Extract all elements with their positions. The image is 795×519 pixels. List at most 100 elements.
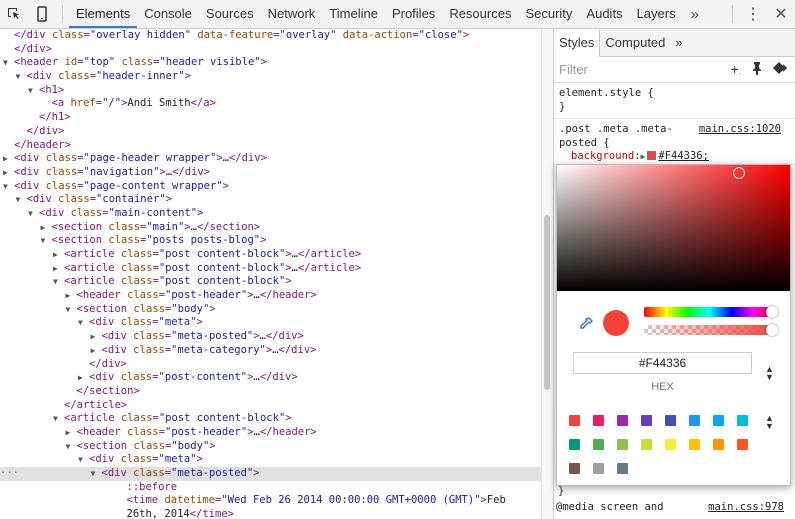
palette-color-chip[interactable] — [689, 439, 700, 450]
styles-filter-input[interactable]: Filter — [559, 62, 588, 77]
dom-node-line[interactable]: </h1> — [0, 111, 541, 125]
dom-node-line[interactable]: ▼ <div class="meta"> — [0, 316, 541, 330]
dom-node-line[interactable]: </article> — [0, 399, 541, 413]
element-classes-icon[interactable] — [773, 61, 789, 78]
palette-color-chip[interactable] — [569, 415, 580, 426]
tab-console[interactable]: Console — [137, 0, 199, 28]
dom-node-line[interactable]: ▶ <div class="meta-posted">…</div> — [0, 330, 541, 344]
inspect-element-icon[interactable] — [0, 0, 28, 28]
palette-color-chip[interactable] — [617, 463, 628, 474]
alpha-slider-handle[interactable] — [766, 324, 778, 336]
dom-node-line[interactable]: ▼ <section class="body"> — [0, 303, 541, 317]
meta-posted-rule[interactable]: .post .meta .meta- posted { main.css:102… — [554, 119, 795, 165]
new-style-rule-icon[interactable]: +. — [731, 61, 741, 78]
device-mode-icon[interactable] — [28, 0, 56, 28]
palette-color-chip[interactable] — [737, 415, 748, 426]
tab-resources[interactable]: Resources — [442, 0, 518, 28]
customize-menu-icon[interactable]: ⋮ — [739, 4, 767, 24]
tab-security[interactable]: Security — [518, 0, 579, 28]
palette-color-chip[interactable] — [713, 415, 724, 426]
dom-node-line[interactable]: ··· ▼ <div class="meta-posted"> — [0, 467, 541, 481]
dom-node-line[interactable]: </div> — [0, 43, 541, 57]
dom-node-line[interactable]: ▶ <div class="page-header wrapper">…</div… — [0, 152, 541, 166]
dom-node-line[interactable]: ▶ <article class="post content-block">…</… — [0, 248, 541, 262]
expanded-triangle-icon[interactable]: ▼ — [91, 467, 102, 481]
expanded-triangle-icon[interactable]: ▼ — [66, 440, 77, 454]
dom-node-line[interactable]: ▼ <section class="posts posts-blog"> — [0, 234, 541, 248]
expanded-triangle-icon[interactable]: ▼ — [16, 193, 27, 207]
hex-value-input[interactable]: #F44336 — [573, 352, 752, 374]
palette-color-chip[interactable] — [665, 415, 676, 426]
background-declaration[interactable]: background:▶ #F44336; — [559, 150, 790, 164]
tab-layers[interactable]: Layers — [630, 0, 683, 28]
alpha-slider[interactable] — [644, 325, 775, 335]
rule-source-link[interactable]: main.css:1020 — [699, 123, 781, 137]
dom-node-line[interactable]: ▶ <header class="post-header">…</header> — [0, 289, 541, 303]
dom-node-line[interactable]: ▼ <article class="post content-block"> — [0, 412, 541, 426]
dom-node-line[interactable]: ▼ <article class="post content-block"> — [0, 275, 541, 289]
expanded-triangle-icon[interactable]: ▼ — [53, 412, 64, 426]
dom-node-line[interactable]: </div> — [0, 125, 541, 139]
collapsed-triangle-icon[interactable]: ▶ — [53, 262, 64, 276]
dom-node-line[interactable]: ▶ <div class="post-content">…</div> — [0, 371, 541, 385]
collapsed-triangle-icon[interactable]: ▶ — [3, 166, 14, 180]
dom-node-line[interactable]: ▶ <section class="main">…</section> — [0, 221, 541, 235]
palette-color-chip[interactable] — [737, 439, 748, 450]
toggle-element-state-icon[interactable] — [751, 61, 763, 78]
dom-node-line[interactable]: </div class="overlay hidden" data-featur… — [0, 29, 541, 43]
dom-node-line[interactable]: ▼ <h1> — [0, 84, 541, 98]
expanded-triangle-icon[interactable]: ▼ — [3, 56, 14, 70]
hue-slider[interactable] — [644, 307, 775, 317]
palette-color-chip[interactable] — [665, 439, 676, 450]
format-toggle-icon[interactable]: ▲ ▼ — [765, 365, 774, 382]
dom-node-line[interactable]: ▼ <div class="header-inner"> — [0, 70, 541, 84]
more-tabs-chevron-icon[interactable]: » — [683, 6, 707, 23]
tab-timeline[interactable]: Timeline — [322, 0, 385, 28]
collapsed-triangle-icon[interactable]: ▶ — [53, 248, 64, 262]
expanded-triangle-icon[interactable]: ▼ — [3, 180, 14, 194]
expanded-triangle-icon[interactable]: ▼ — [28, 207, 39, 221]
dom-node-line[interactable]: ▶ <div class="navigation">…</div> — [0, 166, 541, 180]
property-value[interactable]: #F44336; — [658, 150, 709, 162]
dom-node-line[interactable]: ▼ <div class="meta"> — [0, 453, 541, 467]
media-query-rule[interactable]: @media screen and main.css:978 — [556, 501, 788, 514]
palette-color-chip[interactable] — [593, 415, 604, 426]
dom-node-line[interactable]: </header> — [0, 139, 541, 153]
dom-node-line[interactable]: ▼ <div class="container"> — [0, 193, 541, 207]
collapsed-triangle-icon[interactable]: ▶ — [66, 426, 77, 440]
palette-color-chip[interactable] — [569, 439, 580, 450]
palette-color-chip[interactable] — [617, 415, 628, 426]
saturation-handle[interactable] — [733, 167, 745, 179]
expanded-triangle-icon[interactable]: ▼ — [28, 84, 39, 98]
color-swatch[interactable] — [647, 151, 657, 160]
tab-profiles[interactable]: Profiles — [385, 0, 442, 28]
tab-audits[interactable]: Audits — [579, 0, 629, 28]
collapsed-triangle-icon[interactable]: ▶ — [41, 221, 52, 235]
dom-node-line[interactable]: <time datetime="Wed Feb 26 2014 00:00:00… — [0, 494, 541, 508]
palette-switcher-icon[interactable]: ▲ ▼ — [765, 414, 774, 431]
expanded-triangle-icon[interactable]: ▼ — [16, 70, 27, 84]
palette-color-chip[interactable] — [689, 415, 700, 426]
tab-styles[interactable]: Styles — [554, 28, 601, 57]
palette-color-chip[interactable] — [641, 415, 652, 426]
palette-color-chip[interactable] — [617, 439, 628, 450]
sidebar-more-chevron-icon[interactable]: » — [670, 29, 687, 57]
hue-slider-handle[interactable] — [766, 306, 778, 318]
element-style-rule[interactable]: element.style { } — [554, 83, 795, 119]
dom-node-line[interactable]: ▼ <div class="main-content"> — [0, 207, 541, 221]
elements-dom-tree[interactable]: </div class="overlay hidden" data-featur… — [0, 29, 541, 519]
eyedropper-icon[interactable] — [579, 317, 594, 335]
collapsed-triangle-icon[interactable]: ▶ — [3, 152, 14, 166]
collapsed-triangle-icon[interactable]: ▶ — [91, 330, 102, 344]
dom-node-line[interactable]: ▶ <header class="post-header">…</header> — [0, 426, 541, 440]
dom-node-line[interactable]: ▼ <section class="body"> — [0, 440, 541, 454]
collapsed-triangle-icon[interactable]: ▶ — [91, 344, 102, 358]
dom-node-line[interactable]: <a href="/">Andi Smith</a> — [0, 97, 541, 111]
expanded-triangle-icon[interactable]: ▼ — [41, 234, 52, 248]
expand-triangle-icon[interactable]: ▶ — [641, 152, 646, 161]
dom-node-line[interactable]: ▶ <div class="meta-category">…</div> — [0, 344, 541, 358]
tab-network[interactable]: Network — [261, 0, 323, 28]
expanded-triangle-icon[interactable]: ▼ — [66, 303, 77, 317]
dom-node-line[interactable]: </div> — [0, 358, 541, 372]
tab-elements[interactable]: Elements — [69, 0, 138, 28]
